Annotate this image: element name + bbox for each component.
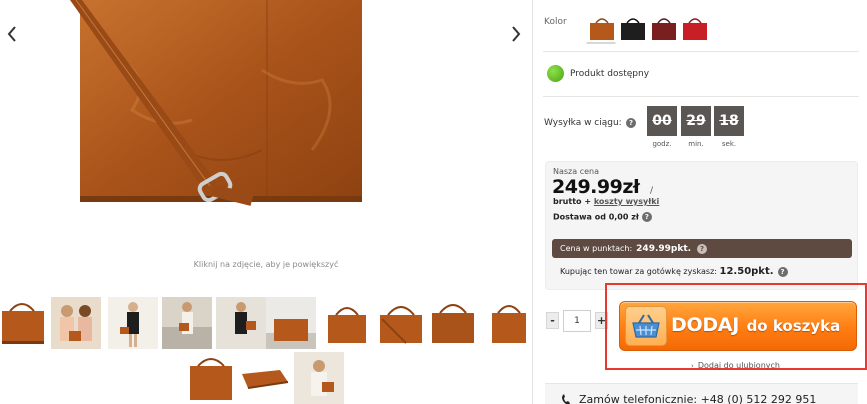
product-gallery: Kliknij na zdjęcie, aby je powiększyć xyxy=(0,0,532,404)
add-to-cart-label: DODAJ do koszyka xyxy=(671,314,841,336)
thumbnail-bag-side[interactable] xyxy=(322,297,372,349)
chevron-left-icon xyxy=(7,26,16,42)
thumbnail-model-3[interactable] xyxy=(162,297,212,349)
help-icon[interactable]: ? xyxy=(641,212,652,222)
color-swatch-red[interactable] xyxy=(679,12,709,44)
brutto-text: brutto xyxy=(553,197,582,206)
price-label: Nasza cena xyxy=(553,167,599,176)
countdown-seconds-label: sek. xyxy=(721,140,737,148)
color-swatch-brown[interactable] xyxy=(586,12,616,44)
gallery-next-arrow[interactable] xyxy=(506,22,526,46)
thumbnail-bag-top[interactable] xyxy=(186,352,236,404)
chevron-right-icon xyxy=(512,26,521,42)
add-to-cart-button[interactable]: DODAJ do koszyka xyxy=(619,301,857,351)
zoom-hint-text: Kliknij na zdjęcie, aby je powiększyć xyxy=(193,260,339,269)
delivery-cost: Dostawa od 0,00 zł? xyxy=(553,212,652,222)
bag-red-icon xyxy=(683,18,707,40)
countdown-minutes-label: min. xyxy=(688,140,704,148)
basket-icon xyxy=(625,306,667,346)
purchase-panel: Kolor Produkt dostępny Wysyłka w ciągu: … xyxy=(533,0,867,404)
points-label: Cena w punktach: xyxy=(560,244,633,253)
add-to-favorites-link[interactable]: › Dodaj do ulubionych xyxy=(691,361,780,370)
countdown-seconds: 18 xyxy=(714,106,744,136)
color-swatch-black[interactable] xyxy=(617,12,647,44)
thumbnail-bag-angle[interactable] xyxy=(376,297,426,349)
thumbnail-bag-back[interactable] xyxy=(428,297,478,349)
price-value: 249.99zł xyxy=(552,176,640,198)
thumbnail-bag-street[interactable] xyxy=(266,297,316,349)
phone-order-box: Zamów telefonicznie: +48 (0) 512 292 951 xyxy=(545,383,858,404)
countdown-hours-label: godz. xyxy=(652,140,672,148)
cash-points-info: Kupując ten towar za gotówkę zyskasz: 12… xyxy=(560,266,788,277)
availability-status-icon xyxy=(547,65,564,82)
phone-order-text: Zamów telefonicznie: +48 (0) 512 292 951 xyxy=(579,393,817,404)
points-price-bar: Cena w punktach: 249.99pkt. ? xyxy=(552,239,852,258)
quantity-input[interactable] xyxy=(563,310,591,332)
thumbnail-model-1[interactable] xyxy=(51,297,101,349)
countdown-minutes: 29 xyxy=(681,106,711,136)
phone-icon xyxy=(562,394,570,404)
bag-black-icon xyxy=(621,18,645,40)
shipping-time-label: Wysyłka w ciągu: xyxy=(544,118,622,128)
divider-line xyxy=(543,51,859,52)
help-icon[interactable]: ? xyxy=(697,243,708,254)
thumbnail-model-2[interactable] xyxy=(108,297,158,349)
thumbnail-model-4[interactable] xyxy=(216,297,266,349)
thumbnail-bag-front[interactable] xyxy=(0,297,50,349)
divider-line xyxy=(543,96,859,97)
bag-brown-icon xyxy=(590,18,614,40)
price-box: Nasza cena 249.99zł / brutto + koszty wy… xyxy=(545,161,858,290)
countdown-hours: 00 xyxy=(647,106,677,136)
help-icon[interactable]: ? xyxy=(626,118,636,128)
delivery-text: Dostawa od 0,00 zł xyxy=(553,212,639,222)
main-product-image[interactable] xyxy=(62,0,456,232)
shipping-costs-link[interactable]: koszty wysyłki xyxy=(594,197,659,206)
gallery-prev-arrow[interactable] xyxy=(2,22,22,46)
bag-burgundy-icon xyxy=(652,18,676,40)
availability-text: Produkt dostępny xyxy=(570,69,650,79)
color-swatch-burgundy[interactable] xyxy=(648,12,678,44)
cash-points-label: Kupując ten towar za gotówkę zyskasz: xyxy=(560,267,717,276)
price-subline: brutto + koszty wysyłki xyxy=(553,197,659,206)
chevron-right-icon: › xyxy=(691,362,694,370)
price-slash: / xyxy=(650,186,654,196)
plus-text: + xyxy=(584,197,592,206)
thumbnail-bag-bottom[interactable] xyxy=(240,352,290,404)
cash-points-value: 12.50pkt. xyxy=(719,266,774,277)
quantity-decrease-button[interactable]: - xyxy=(546,312,559,329)
help-icon[interactable]: ? xyxy=(777,266,788,277)
points-value: 249.99pkt. xyxy=(636,243,692,254)
color-label: Kolor xyxy=(544,17,567,27)
thumbnail-bag-rotated[interactable] xyxy=(484,297,534,349)
thumbnail-model-5[interactable] xyxy=(294,352,344,404)
